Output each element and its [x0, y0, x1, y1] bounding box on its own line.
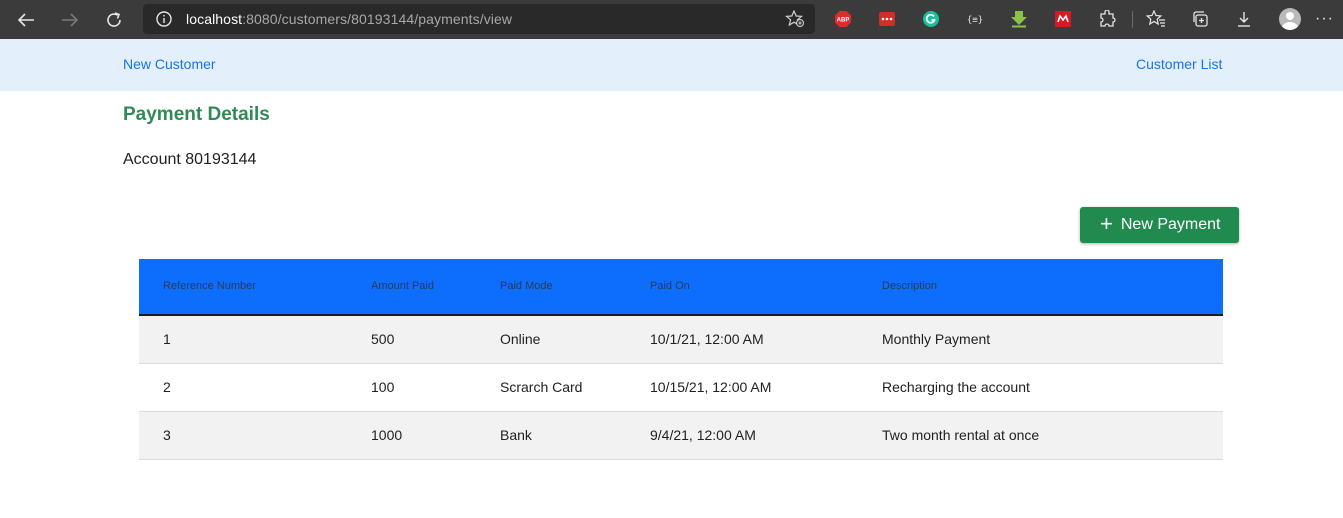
new-customer-link[interactable]: New Customer — [123, 56, 216, 72]
refresh-button[interactable] — [102, 8, 126, 32]
profile-avatar-icon[interactable] — [1279, 8, 1301, 30]
mendeley-icon[interactable] — [1053, 9, 1073, 29]
header-paid-mode[interactable]: Paid Mode — [500, 280, 553, 292]
url-host: localhost — [186, 11, 243, 27]
cell-paid-mode: Online — [500, 331, 541, 347]
address-bar[interactable]: localhost:8080/customers/80193144/paymen… — [143, 4, 815, 34]
header-reference-number[interactable]: Reference Number — [163, 280, 256, 292]
download-helper-icon[interactable] — [1009, 9, 1029, 29]
site-info-icon[interactable] — [155, 10, 173, 33]
back-button[interactable] — [14, 8, 38, 32]
cell-amount-paid: 1000 — [371, 427, 403, 443]
new-payment-label: New Payment — [1120, 216, 1221, 233]
refresh-icon — [107, 12, 121, 27]
cell-reference-number: 2 — [163, 379, 171, 395]
adblock-plus-icon[interactable]: ABP — [833, 9, 853, 29]
downloads-icon[interactable] — [1234, 9, 1254, 29]
cell-amount-paid: 500 — [371, 331, 395, 347]
extensions-icon[interactable] — [1097, 9, 1117, 29]
payments-table: Reference Number Amount Paid Paid Mode P… — [139, 259, 1223, 460]
table-header: Reference Number Amount Paid Paid Mode P… — [139, 259, 1223, 316]
url-path: :8080/customers/80193144/payments/view — [242, 11, 513, 27]
table-row[interactable]: 2 100 Scrarch Card 10/15/21, 12:00 AM Re… — [139, 364, 1223, 412]
table-row[interactable]: 3 1000 Bank 9/4/21, 12:00 AM Two month r… — [139, 412, 1223, 460]
table-row[interactable]: 1 500 Online 10/1/21, 12:00 AM Monthly P… — [139, 316, 1223, 364]
collections-icon[interactable] — [1190, 9, 1210, 29]
account-number-label: Account 80193144 — [123, 151, 257, 168]
cell-paid-mode: Bank — [500, 427, 532, 443]
header-paid-on[interactable]: Paid On — [650, 280, 690, 292]
add-favorite-icon[interactable] — [784, 9, 805, 33]
page-title: Payment Details — [123, 104, 270, 125]
cell-paid-on: 9/4/21, 12:00 AM — [650, 427, 756, 443]
cell-paid-on: 10/15/21, 12:00 AM — [650, 379, 772, 395]
more-menu-icon[interactable]: ··· — [1315, 10, 1334, 28]
json-viewer-icon[interactable]: {≡} — [965, 9, 985, 29]
grammarly-icon[interactable] — [921, 9, 941, 29]
cell-description: Recharging the account — [882, 379, 1030, 395]
cell-description: Monthly Payment — [882, 331, 991, 347]
cell-reference-number: 3 — [163, 427, 171, 443]
svg-text:ABP: ABP — [837, 18, 850, 24]
url-text[interactable]: localhost:8080/customers/80193144/paymen… — [186, 11, 512, 27]
toolbar-divider — [1132, 11, 1133, 28]
cell-paid-mode: Scrarch Card — [500, 379, 583, 395]
customer-list-link[interactable]: Customer List — [1136, 56, 1222, 72]
svg-text:{≡}: {≡} — [967, 16, 983, 26]
back-arrow-icon — [17, 13, 34, 27]
header-amount-paid[interactable]: Amount Paid — [371, 280, 434, 292]
cell-reference-number: 1 — [163, 331, 171, 347]
cell-paid-on: 10/1/21, 12:00 AM — [650, 331, 764, 347]
app-nav-bar: New Customer Customer List — [0, 39, 1343, 91]
favorites-icon[interactable] — [1146, 9, 1166, 29]
browser-toolbar: localhost:8080/customers/80193144/paymen… — [0, 0, 1343, 39]
plus-icon: + — [1100, 211, 1113, 236]
header-description[interactable]: Description — [882, 280, 937, 292]
new-payment-button[interactable]: + New Payment — [1080, 207, 1239, 243]
lastpass-icon[interactable] — [877, 9, 897, 29]
forward-button[interactable] — [58, 8, 82, 32]
forward-arrow-icon — [62, 13, 79, 27]
cell-amount-paid: 100 — [371, 379, 395, 395]
cell-description: Two month rental at once — [882, 427, 1040, 443]
